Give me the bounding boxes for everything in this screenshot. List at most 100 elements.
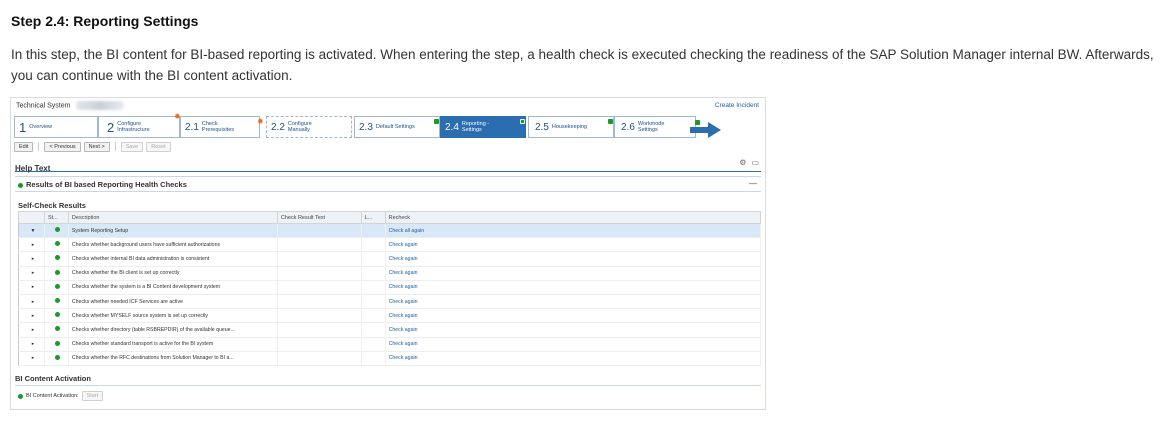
- roadmap-arrow-icon: [708, 122, 721, 138]
- toolbar: Edit < Previous Next > Save Reset: [14, 142, 171, 152]
- description-cell: Checks whether standard transport is act…: [68, 337, 278, 352]
- check-again-link[interactable]: Check again: [385, 337, 762, 352]
- description-cell: Checks whether internal BI data administ…: [68, 251, 278, 267]
- description-cell: Checks whether needed ICF Services are a…: [68, 294, 278, 310]
- expand-row-icon[interactable]: ▸: [18, 351, 45, 367]
- check-again-link[interactable]: Check again: [385, 308, 762, 324]
- column-header[interactable]: Recheck: [384, 211, 762, 224]
- table-row[interactable]: ▸ Checks whether needed ICF Services are…: [18, 294, 762, 310]
- result-cell: [277, 337, 362, 352]
- result-cell: [277, 280, 362, 295]
- roadmap-step-workmode-settings[interactable]: 2.6 Workmode Settings: [614, 116, 696, 138]
- collapse-icon[interactable]: —: [749, 179, 757, 188]
- self-check-title: Self-Check Results: [18, 201, 86, 210]
- status-cell: [44, 294, 69, 310]
- step-number: 2.5: [535, 121, 549, 133]
- column-header[interactable]: Description: [67, 211, 278, 224]
- status-ok-icon: [55, 283, 61, 289]
- description-cell: Checks whether MYSELF source system is s…: [68, 308, 278, 324]
- step-label: Housekeeping: [551, 124, 588, 130]
- save-button[interactable]: Save: [120, 142, 144, 152]
- table-row[interactable]: ▼ System Reporting Setup Check all again: [18, 223, 762, 239]
- maximize-icon[interactable]: ▭: [751, 158, 759, 167]
- help-text-row: Help Text ⚙ ▭: [15, 158, 761, 173]
- result-cell: [277, 351, 362, 367]
- table-row[interactable]: ▸ Checks whether MYSELF source system is…: [18, 308, 762, 324]
- check-again-link[interactable]: Check again: [385, 280, 762, 295]
- roadmap-step-configure-manually[interactable]: 2.2 Configure Manually: [266, 116, 352, 138]
- table-row[interactable]: ▸ Checks whether directory (table RSBREP…: [18, 322, 762, 338]
- reset-button[interactable]: Reset: [146, 142, 171, 152]
- settings-icon[interactable]: ⚙: [739, 158, 746, 167]
- warning-burst-icon: ✹: [257, 117, 264, 126]
- check-again-link[interactable]: Check again: [385, 322, 762, 338]
- check-again-link[interactable]: Check again: [385, 294, 762, 310]
- expand-row-icon[interactable]: ▸: [18, 294, 45, 310]
- description-cell: Checks whether background users have suf…: [68, 237, 278, 253]
- table-row[interactable]: ▸ Checks whether background users have s…: [18, 237, 762, 253]
- edit-button[interactable]: Edit: [14, 142, 34, 152]
- log-cell: [361, 351, 386, 367]
- status-ok-icon: [55, 241, 61, 247]
- log-cell: [361, 237, 386, 253]
- roadmap-step-overview[interactable]: 1 Overview: [14, 116, 98, 138]
- result-cell: [277, 322, 362, 338]
- log-cell: [361, 266, 386, 281]
- table-row[interactable]: ▸ Checks whether the system is a BI Cont…: [18, 280, 762, 295]
- status-ok-icon: [55, 312, 61, 318]
- roadmap-step-configure-infrastructure[interactable]: 2 Configure Infrastructure: [98, 116, 180, 138]
- column-header[interactable]: L...: [360, 211, 386, 224]
- technical-system-row: Technical System: [16, 101, 125, 110]
- status-ok-icon: [55, 326, 61, 332]
- expand-row-icon[interactable]: ▸: [18, 322, 45, 338]
- column-header[interactable]: St...: [43, 211, 69, 224]
- status-cell: [44, 308, 69, 324]
- expand-row-icon[interactable]: ▸: [18, 280, 45, 295]
- log-cell: [361, 223, 386, 239]
- step-number: 2.1: [185, 121, 199, 133]
- step-number: 1: [19, 119, 27, 135]
- expand-row-icon[interactable]: ▸: [18, 266, 45, 281]
- check-again-link[interactable]: Check again: [385, 351, 762, 367]
- table-row[interactable]: ▸ Checks whether the RFC destinations fr…: [18, 351, 762, 367]
- expand-row-icon[interactable]: ▸: [18, 237, 45, 253]
- result-cell: [277, 294, 362, 310]
- guided-procedure-roadmap: 1 Overview 2 Configure Infrastructure ✹ …: [14, 113, 721, 138]
- status-ok-icon: [55, 340, 61, 346]
- table-header-row: St... Description Check Result Text L...…: [18, 211, 762, 224]
- check-again-link[interactable]: Check again: [385, 266, 762, 281]
- roadmap-step-default-settings[interactable]: 2.3 Default Settings: [354, 116, 440, 138]
- roadmap-step-check-prerequisites[interactable]: 2.1 Check Prerequisites: [180, 116, 260, 138]
- check-all-again-link[interactable]: Check all again: [385, 223, 762, 239]
- bi-content-activation-title: BI Content Activation: [15, 374, 91, 383]
- log-cell: [361, 251, 386, 267]
- expand-row-icon[interactable]: ▸: [18, 251, 45, 267]
- column-header[interactable]: Check Result Text: [276, 211, 362, 224]
- next-button[interactable]: Next >: [83, 142, 110, 152]
- expand-row-icon[interactable]: ▸: [18, 337, 45, 352]
- expand-row-icon[interactable]: ▸: [18, 308, 45, 324]
- table-row[interactable]: ▸ Checks whether the BI client is set up…: [18, 266, 762, 281]
- page-title: Step 2.4: Reporting Settings: [11, 13, 199, 29]
- result-cell: [277, 251, 362, 267]
- start-button[interactable]: Start: [81, 391, 104, 401]
- roadmap-step-housekeeping[interactable]: 2.5 Housekeeping: [528, 116, 614, 138]
- previous-button[interactable]: < Previous: [44, 142, 81, 152]
- health-check-panel-header[interactable]: Results of BI based Reporting Health Che…: [15, 176, 761, 192]
- help-text-title: Help Text: [15, 164, 51, 173]
- table-row[interactable]: ▸ Checks whether internal BI data admini…: [18, 251, 762, 267]
- sap-screenshot: Technical System Create Incident 1 Overv…: [10, 97, 766, 410]
- status-ok-icon: [520, 119, 525, 124]
- roadmap-step-reporting-settings[interactable]: 2.4 Reporting - Settings: [440, 116, 526, 138]
- check-again-link[interactable]: Check again: [385, 251, 762, 267]
- table-row[interactable]: ▸ Checks whether standard transport is a…: [18, 337, 762, 352]
- status-cell: [44, 237, 69, 253]
- log-cell: [361, 280, 386, 295]
- create-incident-link[interactable]: Create Incident: [715, 102, 759, 109]
- result-cell: [277, 266, 362, 281]
- expand-column-header: [18, 211, 45, 224]
- check-again-link[interactable]: Check again: [385, 237, 762, 253]
- collapse-row-icon[interactable]: ▼: [18, 223, 45, 239]
- step-number: 2.3: [359, 121, 373, 133]
- status-ok-icon: [434, 119, 439, 124]
